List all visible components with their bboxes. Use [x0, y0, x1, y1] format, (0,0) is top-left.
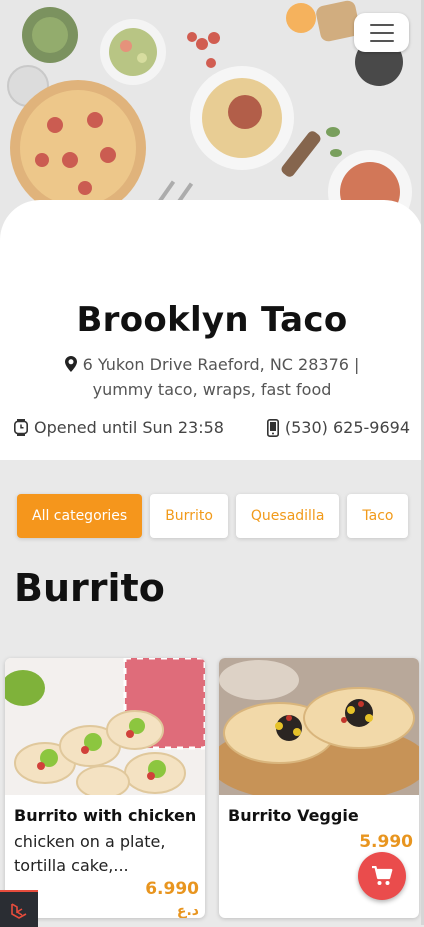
cart-button[interactable] [358, 852, 406, 900]
product-currency: د.ع [176, 903, 199, 918]
hours-text: Opened until Sun 23:58 [34, 418, 224, 437]
tab-taco[interactable]: Taco [347, 494, 409, 538]
restaurant-name: Brooklyn Taco [76, 300, 348, 340]
product-price: 6.990 [145, 879, 199, 899]
section-title: Burrito [14, 566, 165, 610]
restaurant-address: 6 Yukon Drive Raeford, NC 28376 | yummy … [40, 352, 384, 402]
watch-icon [14, 419, 28, 436]
hero-banner [0, 0, 424, 230]
address-text: 6 Yukon Drive Raeford, NC 28376 | [82, 355, 360, 374]
product-image [219, 658, 419, 795]
product-name: Burrito with chicken [14, 806, 197, 825]
hamburger-icon [369, 23, 394, 26]
phone-number[interactable]: (530) 625-9694 [266, 418, 410, 437]
opening-hours: Opened until Sun 23:58 [14, 418, 224, 437]
product-description: chicken on a plate, tortilla cake,... [14, 832, 166, 875]
restaurant-meta: Opened until Sun 23:58 (530) 625-9694 [14, 418, 410, 442]
product-price: 5.990 [359, 832, 413, 852]
cart-icon [372, 866, 393, 885]
map-pin-icon [64, 356, 77, 372]
menu-toggle-button[interactable] [354, 13, 409, 52]
product-name: Burrito Veggie [228, 806, 359, 825]
product-card[interactable]: Burrito with chicken chicken on a plate,… [5, 658, 205, 918]
restaurant-description: yummy taco, wraps, fast food [92, 380, 332, 399]
restaurant-info-card: Brooklyn Taco 6 Yukon Drive Raeford, NC … [0, 200, 424, 460]
mobile-phone-icon [266, 418, 279, 437]
laravel-logo-icon [11, 902, 27, 919]
phone-text: (530) 625-9694 [284, 418, 410, 437]
tab-quesadilla[interactable]: Quesadilla [235, 494, 340, 538]
tab-burrito[interactable]: Burrito [150, 494, 228, 538]
product-image [5, 658, 205, 795]
laravel-debug-badge[interactable] [0, 890, 38, 927]
category-tabs: All categories Burrito Quesadilla Taco [17, 494, 409, 538]
tab-all-categories[interactable]: All categories [17, 494, 143, 538]
